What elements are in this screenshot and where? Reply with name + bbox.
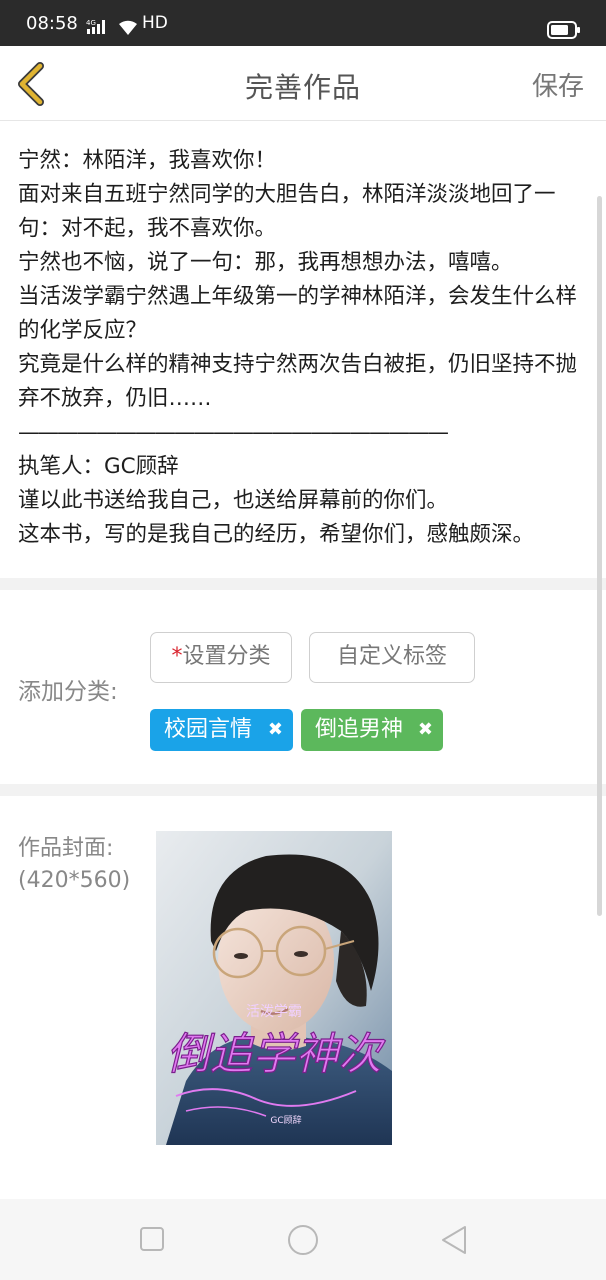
category-label: 添加分类: — [18, 679, 118, 705]
cover-top-text: 活泼学霸 — [246, 1004, 302, 1020]
page-title: 完善作品 — [244, 71, 361, 104]
hd-indicator: HD — [142, 13, 168, 33]
description-line: 当活泼学霸宁然遇上年级第一的学神林陌洋，会发生什么样的化学反应？ — [18, 284, 578, 343]
set-category-label: 设置分类 — [182, 644, 271, 669]
custom-tag-button[interactable]: 自定义标签 — [309, 632, 475, 683]
cover-label-text: 作品封面: — [18, 836, 114, 861]
description-line: 执笔人：GC顾辞 — [18, 454, 179, 479]
cover-title-text: 倒追学神次 — [167, 1029, 387, 1080]
required-mark: * — [171, 644, 183, 669]
section-divider — [0, 578, 606, 590]
category-tag: 倒追男神 ✖ — [301, 709, 443, 751]
cover-image[interactable]: 活泼学霸 倒追学神次 GC顾辞 — [156, 831, 392, 1145]
square-icon[interactable] — [139, 1226, 165, 1252]
description-line: 面对来自五班宁然同学的大胆告白，林陌洋淡淡地回了一句：对不起，我不喜欢你。 — [18, 182, 556, 241]
battery-icon — [547, 21, 580, 39]
category-tag: 校园言情 ✖ — [150, 709, 293, 751]
remove-tag-icon[interactable]: ✖ — [268, 709, 283, 751]
remove-tag-icon[interactable]: ✖ — [418, 709, 433, 751]
status-bar: 08:58 4G HD — [0, 0, 606, 46]
svg-text:4G: 4G — [86, 19, 96, 27]
system-nav-bar — [0, 1199, 606, 1280]
set-category-button[interactable]: *设置分类 — [150, 632, 292, 683]
cover-size-hint: (420*560) — [18, 868, 131, 893]
wifi-icon — [119, 20, 137, 35]
tag-label: 校园言情 — [164, 717, 253, 742]
description-line: 宁然也不恼，说了一句：那，我再想想办法，嘻嘻。 — [18, 250, 513, 275]
signal-icon: 4G — [86, 19, 105, 34]
description-line: 宁然：林陌洋，我喜欢你！ — [18, 148, 277, 173]
save-button[interactable]: 保存 — [532, 66, 584, 103]
cover-author-text: GC顾辞 — [270, 1114, 301, 1126]
tag-label: 倒追男神 — [315, 717, 404, 742]
header: 完善作品 保存 — [0, 46, 606, 121]
triangle-left-icon[interactable] — [440, 1224, 468, 1256]
description-line: 这本书，写的是我自己的经历，希望你们，感触颇深。 — [18, 522, 535, 547]
cover-label: 作品封面: (420*560) — [18, 833, 130, 897]
section-divider — [0, 784, 606, 796]
description-line: 究竟是什么样的精神支持宁然两次告白被拒，仍旧坚持不抛弃不放弃，仍旧…… — [18, 352, 578, 411]
cover-illustration: 活泼学霸 倒追学神次 GC顾辞 — [156, 831, 392, 1145]
description-divider: —————————————————————— — [18, 420, 449, 445]
clock: 08:58 — [26, 13, 78, 34]
circle-icon[interactable] — [287, 1224, 319, 1256]
scrollbar[interactable] — [597, 196, 602, 916]
work-description[interactable]: 宁然：林陌洋，我喜欢你！ 面对来自五班宁然同学的大胆告白，林陌洋淡淡地回了一句：… — [18, 144, 588, 552]
description-line: 谨以此书送给我自己，也送给屏幕前的你们。 — [18, 488, 449, 513]
